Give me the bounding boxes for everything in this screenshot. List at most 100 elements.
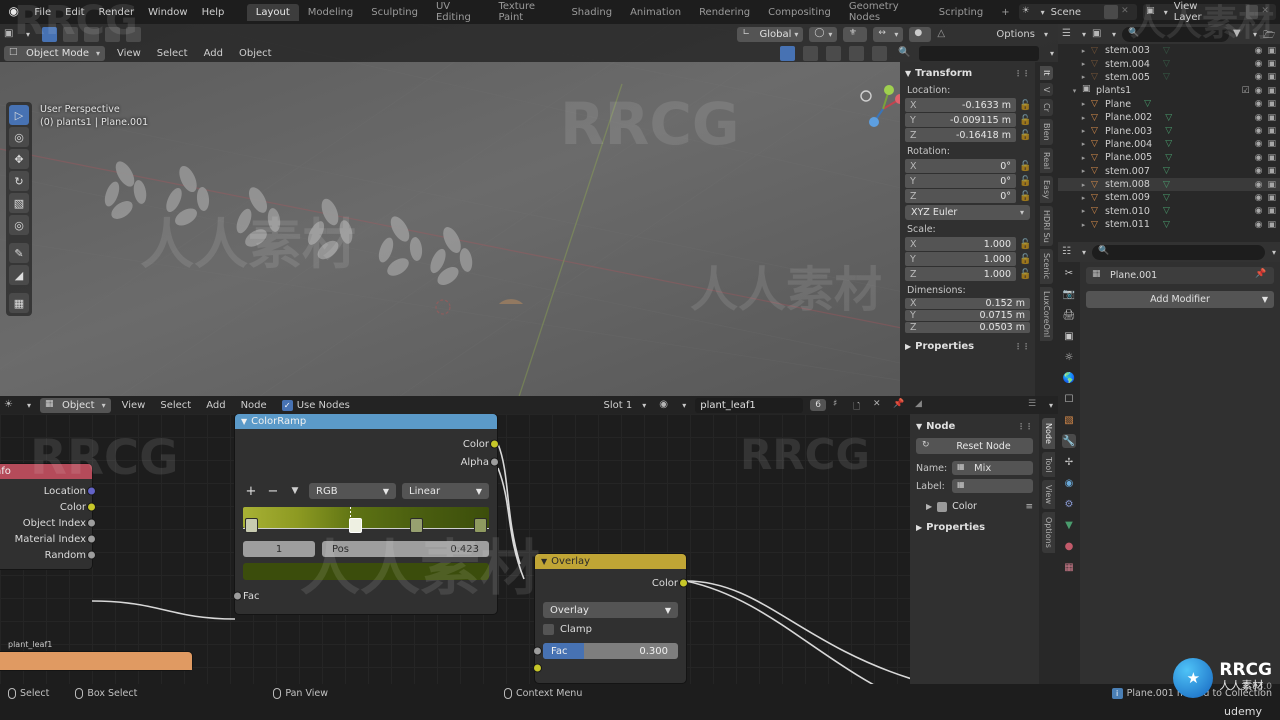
editor-corner-icon[interactable]: ◢: [915, 399, 928, 412]
cursor-tool-icon[interactable]: ◎: [9, 127, 29, 147]
colorramp-stop[interactable]: [245, 518, 258, 533]
tab-render[interactable]: 📷: [1062, 287, 1076, 301]
viewport-menu-select[interactable]: Select: [153, 47, 192, 60]
ntab-blen[interactable]: Blen: [1040, 118, 1053, 145]
node-name-field[interactable]: ▦ Mix: [952, 461, 1033, 475]
outliner-row[interactable]: ▸ ▽ stem.010 ▽ ◉ ▣: [1058, 205, 1280, 218]
render-camera-icon[interactable]: ▣: [1267, 99, 1276, 109]
rotation-z-row[interactable]: Z 0° 🔓: [905, 189, 1031, 203]
falloff-icon[interactable]: △: [937, 28, 950, 41]
vertex-select-icon[interactable]: [63, 26, 79, 42]
mesh-data-icon[interactable]: ▽: [1163, 180, 1170, 190]
transform-tool-icon[interactable]: ◎: [9, 215, 29, 235]
lock-icon[interactable]: 🔓: [1019, 130, 1031, 141]
object-breadcrumb[interactable]: ▦ Plane.001 📌: [1086, 267, 1274, 284]
visibility-eye-icon[interactable]: ◉: [1255, 166, 1263, 176]
remove-stop-button[interactable]: −: [265, 484, 281, 499]
socket-random[interactable]: [88, 551, 95, 559]
socket-object-index[interactable]: [88, 519, 95, 527]
outliner-editor[interactable]: ☰ ▣ 🔍 ▼ 🗁 ▸▽stem.003▽◉▣▸▽stem.004▽◉▣▸▽st…: [1058, 24, 1280, 242]
display-mode-icon[interactable]: ▣: [1092, 28, 1105, 41]
outliner-row[interactable]: ▸ ▽ Plane.004 ▽ ◉ ▣: [1058, 138, 1280, 151]
lock-icon[interactable]: 🔓: [1019, 176, 1031, 187]
properties-search-input[interactable]: 🔍: [1092, 244, 1265, 260]
outliner-row[interactable]: ▾ ▣ plants1 ☑ ◉ ▣: [1058, 84, 1280, 97]
reset-node-button[interactable]: ↻ Reset Node: [916, 438, 1033, 454]
socket-row-fac[interactable]: Fac 0.300: [534, 641, 678, 661]
fake-user-icon[interactable]: ♯: [833, 399, 846, 412]
outliner-row[interactable]: ▸ ▽ stem.005 ▽ ◉ ▣: [1058, 71, 1280, 84]
ntab-easy[interactable]: Easy: [1040, 175, 1053, 203]
tab-geometry-nodes[interactable]: Geometry Nodes: [840, 0, 930, 26]
colorramp-color-mode-dropdown[interactable]: RGB ▼: [309, 483, 396, 499]
mesh-data-icon[interactable]: ▽: [1165, 139, 1172, 149]
move-tool-icon[interactable]: ✥: [9, 149, 29, 169]
material-preview-icon[interactable]: [825, 45, 841, 61]
ntab-v[interactable]: V: [1040, 82, 1053, 96]
socket-fac[interactable]: [534, 647, 541, 655]
blend-mode-dropdown[interactable]: Overlay ▼: [543, 602, 678, 618]
overlays-icon[interactable]: [871, 45, 887, 61]
rendered-icon[interactable]: [848, 45, 864, 61]
tab-particles[interactable]: ✢: [1062, 455, 1076, 469]
mesh-data-icon[interactable]: ▽: [1163, 46, 1170, 56]
tab-world[interactable]: 🌎: [1062, 371, 1076, 385]
render-camera-icon[interactable]: ▣: [1267, 46, 1276, 56]
editor-type-icon[interactable]: ▣: [4, 28, 17, 41]
properties-panel-header[interactable]: ▶ Properties ⋮⋮: [905, 339, 1030, 354]
colorramp-interpolation-dropdown[interactable]: Linear ▼: [402, 483, 489, 499]
tab-scene[interactable]: ☼: [1062, 350, 1076, 364]
lock-icon[interactable]: 🔓: [1019, 115, 1031, 126]
render-camera-icon[interactable]: ▣: [1267, 180, 1276, 190]
socket-color[interactable]: [680, 579, 687, 587]
expand-chevron-icon[interactable]: ▸: [1079, 207, 1088, 215]
visibility-eye-icon[interactable]: ◉: [1255, 206, 1263, 216]
viewport-menu-add[interactable]: Add: [200, 47, 227, 60]
visibility-eye-icon[interactable]: ◉: [1255, 139, 1263, 149]
render-camera-icon[interactable]: ▣: [1267, 220, 1276, 230]
material-icon[interactable]: ◉: [659, 399, 672, 412]
shader-type-dropdown[interactable]: ▦ Object: [40, 397, 111, 413]
shader-sidebar[interactable]: ◢ ☰ ▼ Node ⋮⋮ ↻ Reset Node Name: ▦ Mix: [910, 396, 1058, 684]
render-camera-icon[interactable]: ▣: [1267, 113, 1276, 123]
expand-chevron-icon[interactable]: ▸: [1079, 221, 1088, 229]
properties-editor-icon[interactable]: ☷: [1062, 246, 1075, 259]
scale-y-row[interactable]: Y 1.000 🔓: [905, 252, 1031, 266]
expand-chevron-icon[interactable]: ▸: [1079, 140, 1088, 148]
viewport-menu-object[interactable]: Object: [235, 47, 276, 60]
socket-row-fac[interactable]: Fac: [234, 586, 489, 606]
new-material-icon[interactable]: 🗋: [853, 399, 866, 412]
add-cube-tool-icon[interactable]: ▦: [9, 293, 29, 313]
expand-chevron-icon[interactable]: ▸: [1079, 167, 1088, 175]
view-layer-selector[interactable]: ▣ View Layer ✕: [1143, 1, 1276, 23]
visibility-eye-icon[interactable]: ◉: [1255, 86, 1263, 96]
dimension-x-row[interactable]: X 0.152 m: [905, 298, 1030, 309]
socket-color[interactable]: [88, 503, 95, 511]
properties-editor[interactable]: ☷ 🔍 ✂ 📷 🖨 ▣ ☼ 🌎 ☐ ▧ 🔧 ✢ ◉ ⚙ ▼ ● ▦: [1058, 242, 1280, 684]
menu-render[interactable]: Render: [92, 5, 142, 20]
tab-texture[interactable]: ▦: [1062, 560, 1076, 574]
add-workspace-button[interactable]: +: [992, 4, 1018, 21]
material-name-field[interactable]: plant_leaf1: [695, 397, 804, 413]
shtab-options[interactable]: Options: [1042, 512, 1055, 554]
scale-x-row[interactable]: X 1.000 🔓: [905, 237, 1031, 251]
outliner-row[interactable]: ▸ ▽ Plane ▽ ◉ ▣: [1058, 98, 1280, 111]
shtab-tool[interactable]: Tool: [1042, 451, 1055, 478]
outliner-search-input[interactable]: 🔍: [1122, 26, 1229, 42]
render-camera-icon[interactable]: ▣: [1267, 126, 1276, 136]
outliner-row[interactable]: ▸ ▽ stem.011 ▽ ◉ ▣: [1058, 218, 1280, 231]
filter-icon[interactable]: ▼: [1233, 28, 1246, 41]
node-label-field[interactable]: ▦: [952, 479, 1033, 493]
ntab-scenic[interactable]: Scenic: [1040, 249, 1053, 284]
node-header[interactable]: ▼ Overlay: [535, 554, 686, 569]
tab-output[interactable]: 🖨: [1062, 308, 1076, 322]
colorramp-pos-field[interactable]: Pos 0.423: [322, 541, 489, 557]
scale-z-row[interactable]: Z 1.000 🔓: [905, 267, 1031, 281]
tab-shading[interactable]: Shading: [562, 4, 621, 21]
lock-icon[interactable]: 🔓: [1019, 254, 1031, 265]
ntab-item[interactable]: It: [1040, 66, 1053, 80]
render-camera-icon[interactable]: ▣: [1267, 166, 1276, 176]
socket-row-color1[interactable]: [534, 661, 678, 675]
rotation-x-row[interactable]: X 0° 🔓: [905, 159, 1031, 173]
socket-row-location[interactable]: Location: [0, 483, 95, 499]
